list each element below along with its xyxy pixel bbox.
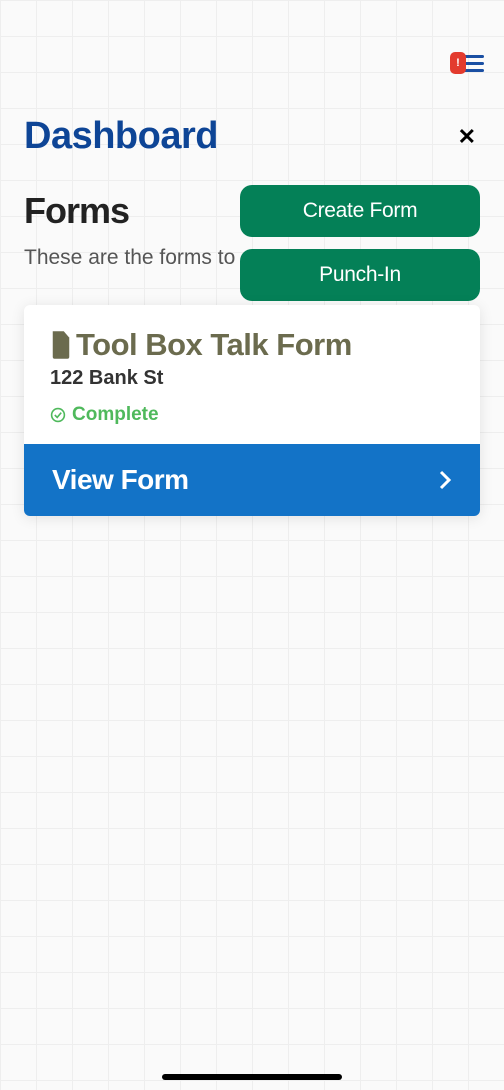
action-buttons: Create Form Punch-In bbox=[240, 185, 480, 301]
view-form-label: View Form bbox=[52, 464, 189, 496]
card-title-row: Tool Box Talk Form bbox=[50, 327, 454, 363]
status-row: Complete bbox=[50, 404, 454, 426]
card-address: 122 Bank St bbox=[50, 367, 454, 390]
top-bar: ! bbox=[450, 52, 484, 74]
check-circle-icon bbox=[50, 407, 66, 423]
status-text: Complete bbox=[72, 404, 159, 426]
chevron-right-icon bbox=[438, 470, 452, 490]
home-indicator bbox=[162, 1074, 342, 1080]
file-icon bbox=[50, 331, 72, 359]
exclamation-icon: ! bbox=[456, 57, 460, 69]
page-header: Dashboard ✕ bbox=[24, 115, 480, 158]
punch-in-button[interactable]: Punch-In bbox=[240, 249, 480, 301]
card-body: Tool Box Talk Form 122 Bank St Complete bbox=[24, 305, 480, 444]
notification-badge[interactable]: ! bbox=[450, 52, 466, 74]
view-form-button[interactable]: View Form bbox=[24, 444, 480, 516]
form-card: Tool Box Talk Form 122 Bank St Complete … bbox=[24, 305, 480, 516]
card-title: Tool Box Talk Form bbox=[76, 327, 352, 363]
page-title: Dashboard bbox=[24, 115, 218, 158]
create-form-button[interactable]: Create Form bbox=[240, 185, 480, 237]
close-icon[interactable]: ✕ bbox=[454, 120, 480, 154]
